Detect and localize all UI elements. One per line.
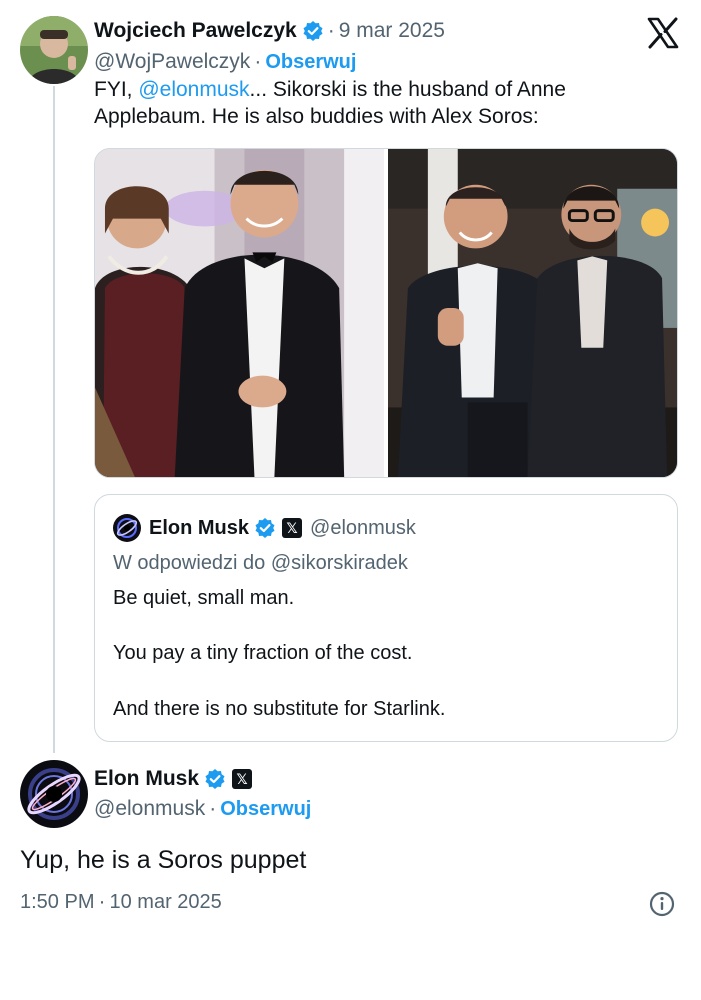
separator-dot: · [327, 19, 335, 42]
parent-text-prefix: FYI, [94, 78, 139, 101]
follow-button-main[interactable]: Obserwuj [220, 798, 311, 821]
follow-button-parent[interactable]: Obserwuj [265, 51, 356, 74]
quoted-tweet-card[interactable]: Elon Musk 𝕏 @elonmusk W odpowiedzi do @s… [94, 494, 678, 742]
quoted-author-handle: @elonmusk [310, 516, 416, 539]
parent-handle-row: @WojPawelczyk · Obserwuj [94, 48, 356, 76]
parent-tweet-text: FYI, @elonmusk... Sikorski is the husban… [94, 76, 674, 130]
avatar-elon[interactable] [20, 760, 88, 828]
quoted-tweet-header: Elon Musk 𝕏 @elonmusk [113, 513, 416, 543]
quoted-author-name: Elon Musk [149, 516, 250, 539]
x-logo-icon[interactable] [646, 16, 680, 50]
quoted-text-line-3: And there is no substitute for Starlink. [113, 698, 446, 720]
main-tweet-text: Yup, he is a Soros puppet [20, 846, 307, 874]
verified-badge-icon [254, 517, 276, 539]
parent-date[interactable]: 9 mar 2025 [339, 19, 445, 43]
main-header: Elon Musk 𝕏 [94, 764, 260, 794]
verified-badge-icon [302, 20, 324, 42]
tweet-time: 1:50 PM [20, 890, 95, 913]
separator-dot: · [254, 50, 262, 73]
main-handle-row: @elonmusk · Obserwuj [94, 795, 311, 823]
main-author-name[interactable]: Elon Musk [94, 767, 199, 791]
separator-dot: · [209, 797, 217, 820]
photo-right[interactable] [388, 149, 677, 477]
avatar-wojciech[interactable] [20, 16, 88, 84]
quoted-text-line-1: Be quiet, small man. [113, 587, 295, 609]
separator-dot: · [98, 890, 106, 913]
parent-header: Wojciech Pawelczyk · 9 mar 2025 [94, 16, 445, 46]
quoted-author-avatar [113, 514, 141, 542]
tweet-media-grid [94, 148, 678, 478]
verified-badge-icon [204, 768, 226, 790]
photo-left[interactable] [95, 149, 384, 477]
tweet-date: 10 mar 2025 [109, 890, 222, 913]
mention-link[interactable]: @elonmusk [138, 78, 249, 101]
parent-author-name[interactable]: Wojciech Pawelczyk [94, 19, 297, 43]
reply-to-label[interactable]: W odpowiedzi do @sikorskiradek [113, 552, 408, 575]
thread-connector-line [53, 86, 55, 753]
x-affiliate-badge-icon: 𝕏 [282, 518, 303, 538]
info-icon[interactable] [649, 891, 675, 917]
tweet-timestamp[interactable]: 1:50 PM · 10 mar 2025 [20, 890, 222, 914]
parent-handle[interactable]: @WojPawelczyk [94, 50, 250, 74]
quoted-text-line-2: You pay a tiny fraction of the cost. [113, 642, 413, 664]
main-handle[interactable]: @elonmusk [94, 797, 205, 821]
x-affiliate-badge-icon: 𝕏 [232, 769, 253, 789]
